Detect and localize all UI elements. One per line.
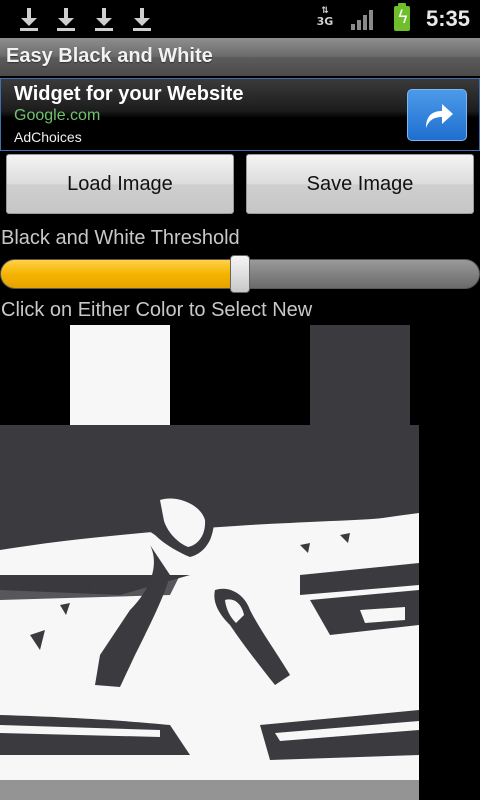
download-icon [55, 8, 77, 31]
slider-fill [1, 260, 241, 288]
ad-title[interactable]: Widget for your Website [14, 83, 243, 106]
save-image-button[interactable]: Save Image [246, 154, 474, 214]
processed-image [0, 425, 419, 800]
app-title-bar: Easy Black and White [0, 38, 480, 76]
app-title: Easy Black and White [6, 45, 213, 67]
network-3g-icon: ⇅ 3G [316, 6, 334, 28]
white-color-swatch[interactable] [70, 325, 170, 425]
ad-choices-link[interactable]: AdChoices [14, 129, 82, 145]
dark-color-swatch[interactable] [310, 325, 410, 425]
ad-banner[interactable]: Widget for your Website Google.com AdCho… [0, 78, 480, 151]
download-icon [18, 8, 40, 31]
battery-charging-icon: ϟ [394, 3, 410, 31]
network-label: 3G [316, 15, 334, 28]
download-icon [93, 8, 115, 31]
ad-url[interactable]: Google.com [14, 107, 100, 125]
signal-icon [351, 8, 377, 30]
status-bar: ⇅ 3G ϟ 5:35 [0, 0, 480, 38]
ad-open-button[interactable] [407, 89, 467, 141]
share-arrow-icon [426, 104, 453, 128]
slider-thumb[interactable] [230, 255, 250, 293]
download-icon [131, 8, 153, 31]
threshold-label: Black and White Threshold [1, 227, 240, 249]
clock: 5:35 [425, 6, 470, 31]
threshold-slider[interactable] [0, 255, 480, 293]
load-image-button[interactable]: Load Image [6, 154, 234, 214]
color-select-label: Click on Either Color to Select New [1, 299, 313, 321]
